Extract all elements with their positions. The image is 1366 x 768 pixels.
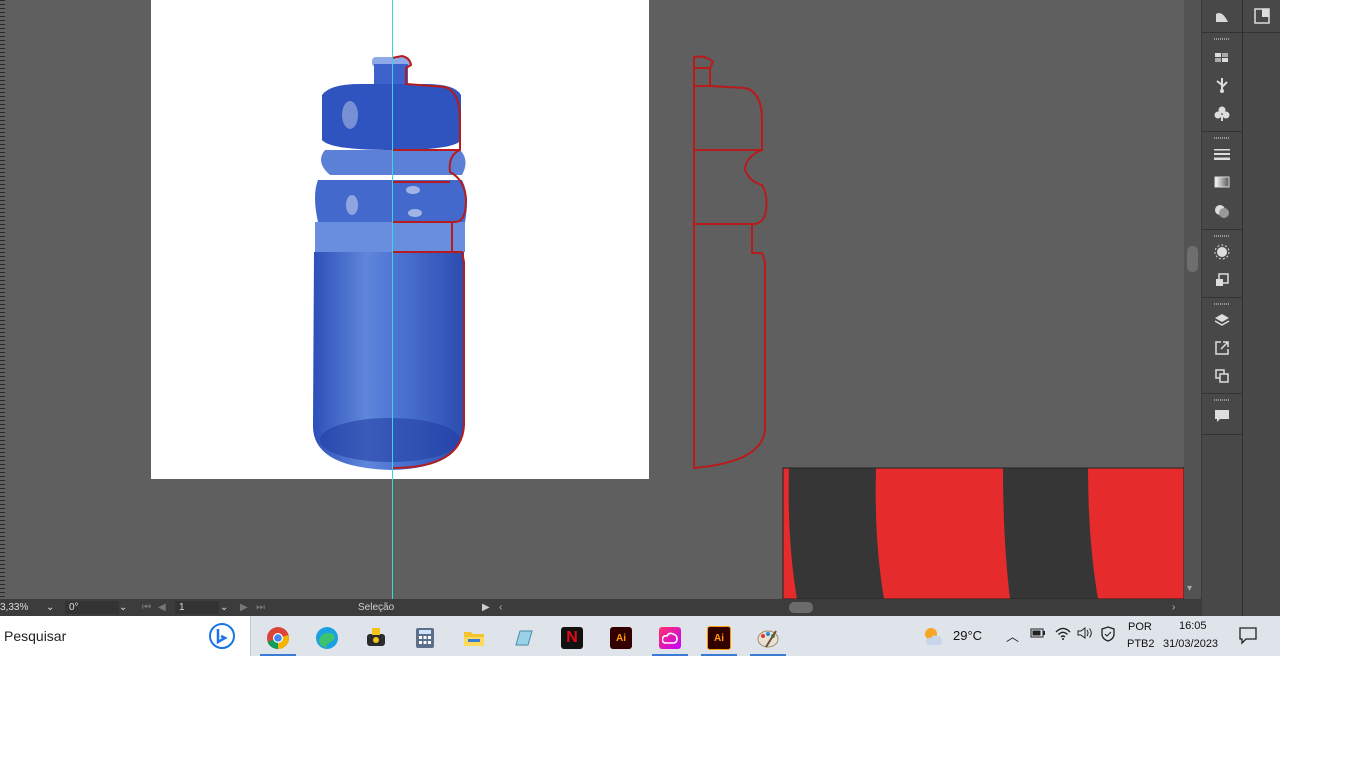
graphic-styles-icon[interactable] bbox=[1212, 270, 1232, 290]
clock-date[interactable]: 31/03/2023 bbox=[1163, 638, 1218, 650]
panel-icon-dock bbox=[1201, 0, 1242, 616]
gradient-panel-icon[interactable] bbox=[1212, 6, 1232, 26]
file-explorer-taskbar-button[interactable] bbox=[452, 620, 496, 656]
notepad-icon bbox=[515, 630, 533, 646]
netflix-icon: N bbox=[561, 627, 583, 649]
first-artboard-icon[interactable]: ⏮ bbox=[142, 601, 151, 614]
document-canvas[interactable] bbox=[0, 0, 1184, 599]
scroll-down-arrow-icon[interactable]: ▾ bbox=[1187, 583, 1192, 594]
symbols-icon[interactable] bbox=[1212, 75, 1232, 95]
status-menu-arrow-icon[interactable]: ▶ bbox=[482, 601, 490, 614]
artboard-number-field[interactable]: 1 bbox=[175, 601, 219, 614]
notepad-taskbar-button[interactable] bbox=[501, 620, 545, 656]
notifications-icon[interactable] bbox=[1238, 626, 1258, 646]
wifi-icon[interactable] bbox=[1055, 626, 1071, 643]
bottle-outline-drawing[interactable] bbox=[693, 55, 768, 470]
illustrator-icon: Ai bbox=[707, 626, 731, 650]
current-tool-label: Seleção bbox=[358, 602, 395, 613]
security-shield-icon[interactable] bbox=[1100, 626, 1116, 645]
battery-icon[interactable] bbox=[1030, 626, 1046, 643]
comments-icon[interactable] bbox=[1212, 406, 1232, 426]
last-artboard-icon[interactable]: ⏭ bbox=[256, 601, 265, 614]
chrome-taskbar-button[interactable] bbox=[256, 620, 300, 656]
keyboard-layout-indicator[interactable]: PTB2 bbox=[1127, 638, 1155, 650]
folder-icon bbox=[464, 632, 484, 646]
previous-artboard-icon[interactable]: ◀ bbox=[158, 601, 166, 614]
next-artboard-icon[interactable]: ▶ bbox=[240, 601, 248, 614]
vertical-scrollbar[interactable]: ▾ bbox=[1184, 0, 1201, 599]
clubs-icon[interactable] bbox=[1212, 103, 1232, 123]
weather-icon[interactable] bbox=[922, 625, 946, 647]
artwork-layer[interactable] bbox=[0, 0, 1184, 599]
creative-cloud-taskbar-button[interactable] bbox=[648, 620, 692, 656]
transparency-icon[interactable] bbox=[1212, 201, 1232, 221]
gamer-app-taskbar-button[interactable] bbox=[354, 620, 398, 656]
bottle-photo[interactable] bbox=[312, 57, 467, 470]
layers-icon[interactable] bbox=[1212, 310, 1232, 330]
horizontal-scrollbar[interactable] bbox=[508, 602, 1170, 613]
illustrator-window: ▾ 3,33% ⌄ 0° ⌄ ⏮ ◀ 1 ⌄ ▶ ⏭ Seleção ▶ ‹ ›… bbox=[0, 0, 1280, 656]
export-icon[interactable] bbox=[1212, 338, 1232, 358]
bing-icon[interactable] bbox=[208, 622, 236, 650]
chevron-up-icon[interactable]: ︿ bbox=[1006, 626, 1019, 645]
taskbar-search-box[interactable]: Pesquisar bbox=[0, 616, 251, 656]
properties-icon[interactable] bbox=[1252, 6, 1272, 26]
gamer-app-icon bbox=[367, 628, 385, 646]
chrome-icon bbox=[267, 627, 289, 650]
volume-icon[interactable] bbox=[1077, 626, 1095, 643]
illustrator-taskbar-button[interactable]: Ai bbox=[599, 620, 643, 656]
weather-temperature[interactable]: 29°C bbox=[953, 628, 982, 643]
vertical-scroll-thumb[interactable] bbox=[1187, 246, 1198, 272]
stroke-icon[interactable] bbox=[1212, 144, 1232, 164]
stripe-pattern-artwork[interactable] bbox=[782, 467, 1184, 599]
scroll-right-arrow-icon[interactable]: › bbox=[1172, 601, 1175, 614]
edge-icon bbox=[316, 627, 338, 649]
status-bar: 3,33% ⌄ 0° ⌄ ⏮ ◀ 1 ⌄ ▶ ⏭ Seleção ▶ ‹ › bbox=[0, 599, 1201, 616]
scroll-left-arrow-icon[interactable]: ‹ bbox=[499, 601, 502, 614]
secondary-panel-dock bbox=[1242, 0, 1280, 616]
horizontal-scroll-thumb[interactable] bbox=[789, 602, 813, 613]
chevron-down-icon[interactable]: ⌄ bbox=[220, 601, 228, 614]
calculator-icon bbox=[416, 628, 434, 648]
rotation-field[interactable]: 0° bbox=[65, 601, 119, 614]
edge-taskbar-button[interactable] bbox=[305, 620, 349, 656]
clock-time[interactable]: 16:05 bbox=[1179, 620, 1207, 632]
calculator-taskbar-button[interactable] bbox=[403, 620, 447, 656]
chevron-down-icon[interactable]: ⌄ bbox=[46, 601, 54, 614]
artboards-icon[interactable] bbox=[1212, 366, 1232, 386]
search-label: Pesquisar bbox=[4, 628, 67, 644]
illustrator-active-taskbar-button[interactable]: Ai bbox=[697, 620, 741, 656]
language-indicator[interactable]: POR bbox=[1128, 621, 1152, 633]
vertical-guide[interactable] bbox=[392, 0, 393, 599]
swatches-icon[interactable] bbox=[1212, 47, 1232, 67]
appearance-icon[interactable] bbox=[1212, 242, 1232, 262]
windows-taskbar: Pesquisar N Ai Ai 29°C ︿ POR PTB2 16:05 … bbox=[0, 616, 1280, 656]
zoom-field[interactable]: 3,33% bbox=[0, 601, 40, 614]
chevron-down-icon[interactable]: ⌄ bbox=[119, 601, 127, 614]
illustrator-icon: Ai bbox=[610, 627, 632, 649]
gradient-icon[interactable] bbox=[1212, 172, 1232, 192]
paint-taskbar-button[interactable] bbox=[746, 620, 790, 656]
creative-cloud-icon bbox=[659, 627, 681, 649]
paint-palette-icon bbox=[757, 630, 779, 648]
netflix-taskbar-button[interactable]: N bbox=[550, 620, 594, 656]
